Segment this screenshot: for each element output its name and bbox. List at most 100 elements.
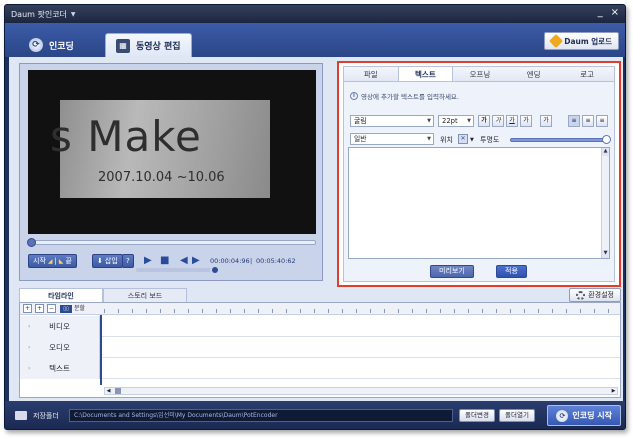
- expand-arrow-icon[interactable]: ›: [28, 316, 30, 337]
- underline-button[interactable]: 가: [506, 115, 518, 127]
- timeline-scrollbar[interactable]: ◀ ▶: [104, 387, 618, 395]
- scroll-thumb[interactable]: [115, 388, 121, 394]
- settings-button[interactable]: 환경설정: [569, 288, 621, 302]
- minimize-icon[interactable]: _: [598, 7, 603, 18]
- change-folder-button[interactable]: 폴더변경: [459, 409, 495, 422]
- tab-encoding[interactable]: ⟳ 인코딩: [19, 33, 84, 57]
- scroll-down-icon[interactable]: ▼: [602, 250, 609, 258]
- chevron-down-icon[interactable]: ▼: [470, 137, 474, 143]
- text-area-scrollbar[interactable]: ▲ ▼: [601, 148, 609, 258]
- font-size-select[interactable]: 22pt ▼: [438, 115, 474, 127]
- volume-handle[interactable]: [210, 265, 220, 275]
- font-select-value: 굴림: [354, 117, 367, 125]
- play-icon[interactable]: ▶: [144, 255, 152, 266]
- position-toggle-icon[interactable]: ✕: [458, 134, 468, 144]
- text-input-area[interactable]: ▲ ▼: [348, 147, 610, 259]
- track-audio[interactable]: › 오디오: [20, 337, 620, 358]
- start-marker-icon: ◢: [47, 257, 53, 265]
- align-left-button[interactable]: ≡: [568, 115, 580, 127]
- style-select[interactable]: 일반 ▼: [350, 133, 434, 145]
- video-frame-date-text: 2007.10.04 ~10.06: [98, 170, 225, 185]
- seek-bar[interactable]: [27, 238, 316, 247]
- scroll-right-icon[interactable]: ▶: [610, 388, 617, 394]
- title-menu-arrow-icon[interactable]: ▼: [71, 11, 76, 18]
- expand-arrow-icon[interactable]: ›: [28, 337, 30, 358]
- playhead[interactable]: [100, 315, 102, 385]
- time-separator: |: [250, 257, 253, 265]
- tab-timeline[interactable]: 타임라인: [19, 288, 103, 302]
- expand-arrow-icon[interactable]: ›: [28, 358, 30, 379]
- daum-upload-button[interactable]: Daum 업로드: [544, 32, 619, 50]
- encoding-icon: ⟳: [556, 409, 569, 422]
- split-label: 분할: [74, 305, 86, 312]
- video-frame: s Make 2007.10.04 ~10.06: [50, 100, 270, 198]
- track-audio-label: › 오디오: [20, 337, 100, 358]
- tab-file[interactable]: 파일: [344, 67, 398, 81]
- main-content: s Make 2007.10.04 ~10.06 시작 ◢ | ◣ 끝 ⬇ 삽입: [9, 57, 623, 401]
- insert-button[interactable]: ⬇ 삽입: [92, 254, 123, 268]
- align-center-button[interactable]: ≡: [582, 115, 594, 127]
- position-label: 위치: [440, 136, 453, 144]
- split-button[interactable]: ▯▯ 분할: [60, 304, 85, 313]
- timeline-ruler[interactable]: [104, 305, 618, 313]
- total-time: 00:05:40:62: [256, 257, 296, 265]
- scroll-up-icon[interactable]: ▲: [602, 148, 609, 156]
- align-right-button[interactable]: ≡: [596, 115, 608, 127]
- video-frame-title-text: s Make: [50, 112, 202, 161]
- track-text[interactable]: › 텍스트: [20, 358, 620, 379]
- zoom-in-icon[interactable]: +: [35, 304, 44, 313]
- info-icon: i: [350, 92, 358, 100]
- help-button[interactable]: ?: [122, 254, 134, 268]
- start-encoding-button[interactable]: ⟳ 인코딩 시작: [547, 405, 621, 426]
- encoding-icon: ⟳: [29, 38, 43, 52]
- stop-icon[interactable]: ■: [160, 255, 169, 266]
- scroll-left-icon[interactable]: ◀: [105, 388, 112, 394]
- track-video[interactable]: › 비디오: [20, 316, 620, 337]
- opacity-handle[interactable]: [602, 135, 611, 144]
- upload-icon: [549, 33, 564, 49]
- video-screen[interactable]: s Make 2007.10.04 ~10.06: [28, 70, 316, 234]
- italic-button[interactable]: 가: [492, 115, 504, 127]
- video-preview-panel: s Make 2007.10.04 ~10.06 시작 ◢ | ◣ 끝 ⬇ 삽입: [19, 63, 323, 281]
- folder-icon: [15, 411, 27, 420]
- next-frame-icon[interactable]: ▶: [192, 255, 200, 266]
- main-tab-bar: ⟳ 인코딩 ▦ 동영상 편집 Daum 업로드: [5, 23, 625, 57]
- tab-ending[interactable]: 엔딩: [507, 67, 561, 81]
- bottom-bar: 저장폴더 C:\Documents and Settings\임선미\My Do…: [5, 401, 625, 429]
- preview-button[interactable]: 미리보기: [430, 265, 474, 278]
- start-end-button[interactable]: 시작 ◢ | ◣ 끝: [28, 254, 77, 268]
- bold-button[interactable]: 가: [478, 115, 490, 127]
- opacity-slider[interactable]: [510, 135, 611, 144]
- start-label: 시작: [33, 257, 46, 265]
- apply-button[interactable]: 적용: [496, 265, 527, 278]
- open-folder-button[interactable]: 폴더열기: [499, 409, 535, 422]
- window-controls: _ ×: [598, 7, 619, 18]
- app-window: Daum 팟인코더 ▼ _ × ⟳ 인코딩 ▦ 동영상 편집 Daum 업로드 …: [4, 4, 626, 430]
- tab-video-edit-label: 동영상 편집: [136, 42, 181, 52]
- tab-video-edit[interactable]: ▦ 동영상 편집: [105, 33, 192, 57]
- style-select-value: 일반: [354, 135, 367, 143]
- save-path-field[interactable]: C:\Documents and Settings\임선미\My Documen…: [69, 409, 453, 422]
- chevron-down-icon: ▼: [467, 118, 471, 124]
- tab-opening[interactable]: 오프닝: [453, 67, 507, 81]
- seek-handle[interactable]: [27, 238, 36, 247]
- tab-logo[interactable]: 로고: [560, 67, 614, 81]
- gear-icon: [576, 290, 586, 300]
- text-outline-button[interactable]: 가: [540, 115, 552, 127]
- close-icon[interactable]: ×: [611, 7, 619, 18]
- insert-label: 삽입: [104, 257, 118, 265]
- zoom-out-icon[interactable]: −: [47, 304, 56, 313]
- tab-storyboard[interactable]: 스토리 보드: [103, 288, 187, 302]
- tab-encoding-label: 인코딩: [49, 41, 74, 52]
- current-time: 00:00:04:96: [210, 257, 250, 265]
- track-text-label: › 텍스트: [20, 358, 100, 379]
- volume-slider[interactable]: [136, 265, 220, 275]
- text-color-button[interactable]: 가: [520, 115, 532, 127]
- timeline-area: + + − ▯▯ 분할 › 비디오 › 오디오 › 텍스트 ◀ ▶: [19, 302, 621, 398]
- track-audio-text: 오디오: [49, 343, 70, 352]
- fit-icon[interactable]: +: [23, 304, 32, 313]
- tab-text[interactable]: 텍스트: [397, 67, 454, 81]
- start-encoding-label: 인코딩 시작: [572, 411, 612, 420]
- prev-frame-icon[interactable]: ◀: [180, 255, 188, 266]
- font-select[interactable]: 굴림 ▼: [350, 115, 434, 127]
